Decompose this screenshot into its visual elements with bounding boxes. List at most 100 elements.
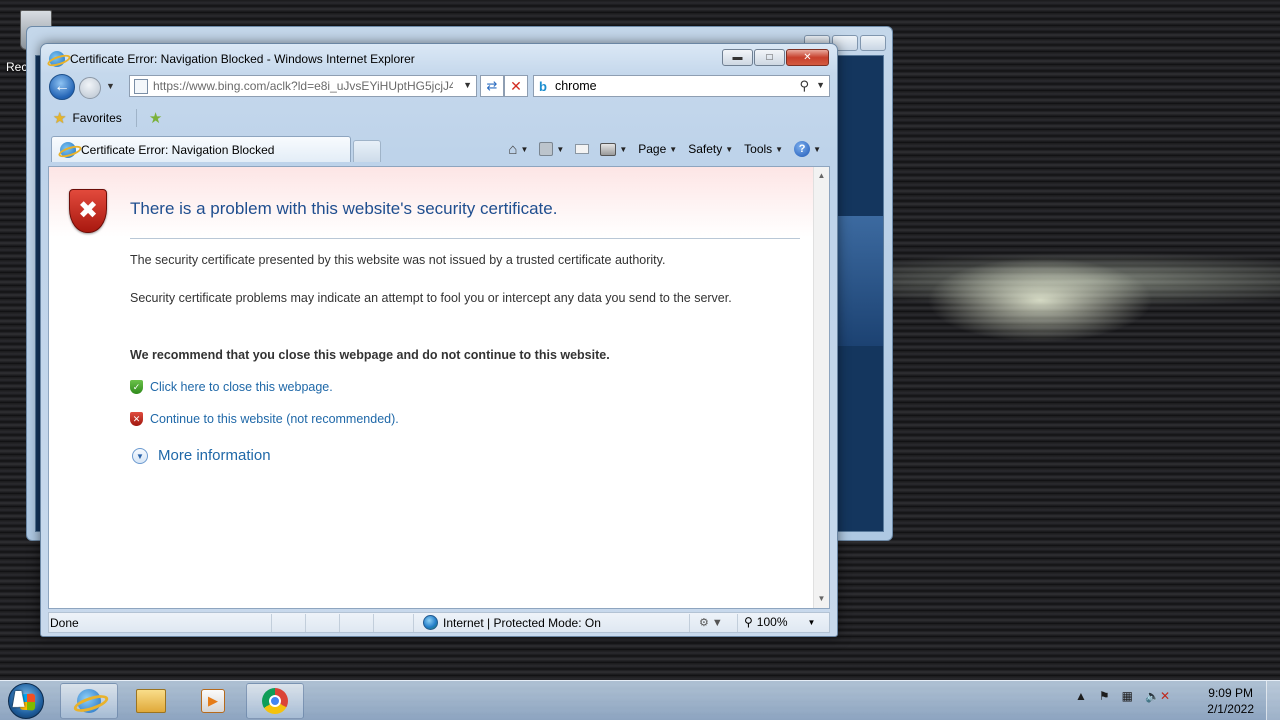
ie-icon <box>49 51 65 67</box>
recent-pages-dropdown-icon[interactable]: ▼ <box>106 81 115 91</box>
mail-icon <box>575 144 590 154</box>
zoom-magnifier-icon: ⚲ <box>744 615 753 629</box>
page-menu[interactable]: Page ▼ <box>634 139 681 159</box>
rss-icon <box>539 142 554 156</box>
continue-to-website-link[interactable]: Continue to this website (not recommende… <box>150 412 399 426</box>
chevron-down-icon: ▼ <box>725 144 734 154</box>
folder-icon <box>136 689 166 713</box>
taskbar-media-player[interactable]: ▶ <box>184 683 242 719</box>
continue-option: ✕ Continue to this website (not recommen… <box>130 412 399 426</box>
address-bar[interactable]: https://www.bing.com/aclk?ld=e8i_uJvsEYi… <box>129 75 477 97</box>
close-webpage-link[interactable]: Click here to close this webpage. <box>150 380 333 394</box>
forward-button[interactable] <box>79 77 101 99</box>
tab-title: Certificate Error: Navigation Blocked <box>81 142 275 157</box>
print-button[interactable]: ▼ <box>596 139 631 159</box>
feeds-dropdown-icon[interactable]: ▼ <box>556 145 564 154</box>
new-tab-button[interactable] <box>353 140 381 162</box>
taskbar: ▶ ▲ ⚑ ▦ 🔈✕ 9:09 PM 2/1/2022 <box>0 680 1280 720</box>
favorites-bar: ★ Favorites ★ <box>47 106 829 130</box>
title-bar[interactable]: Certificate Error: Navigation Blocked - … <box>49 50 415 68</box>
security-zone[interactable]: Internet | Protected Mode: On <box>423 615 601 630</box>
status-divider <box>339 614 340 632</box>
more-information-link[interactable]: More information <box>158 447 271 464</box>
zone-label: Internet | Protected Mode: On <box>443 615 601 630</box>
address-dropdown-icon[interactable]: ▼ <box>463 80 472 90</box>
search-box[interactable]: b chrome ⚲ ▼ <box>533 75 830 97</box>
status-divider <box>305 614 306 632</box>
green-shield-check-icon: ✓ <box>130 380 143 394</box>
tools-menu-label: Tools <box>744 142 773 156</box>
certificate-message: The security certificate presented by th… <box>130 253 666 267</box>
more-information-expander[interactable]: ▼ More information <box>132 447 271 464</box>
protected-mode-icon[interactable]: ⚙ ▼ <box>699 616 723 629</box>
read-mail-button[interactable] <box>571 139 593 159</box>
clock-date: 2/1/2022 <box>1207 702 1254 716</box>
favorites-button[interactable]: Favorites <box>72 111 121 125</box>
maximize-button[interactable]: □ <box>754 49 785 66</box>
show-hidden-icons-arrow-icon[interactable]: ▲ <box>1075 689 1087 703</box>
taskbar-internet-explorer[interactable] <box>60 683 118 719</box>
taskbar-chrome-installer[interactable] <box>246 683 304 719</box>
error-shield-icon: ✖ <box>69 189 107 233</box>
show-desktop-button[interactable] <box>1266 681 1280 720</box>
tab-row: Certificate Error: Navigation Blocked ⌂ ▼… <box>47 135 829 163</box>
scroll-down-arrow-icon[interactable]: ▼ <box>814 592 829 606</box>
taskbar-windows-explorer[interactable] <box>122 683 180 719</box>
status-divider <box>689 614 690 632</box>
action-center-flag-icon[interactable]: ⚑ <box>1099 689 1110 703</box>
help-menu[interactable]: ? ▼ <box>790 139 825 159</box>
search-options-dropdown-icon[interactable]: ▼ <box>816 80 825 90</box>
add-to-favorites-bar-icon[interactable]: ★ <box>149 109 162 127</box>
clock[interactable]: 9:09 PM 2/1/2022 <box>1207 685 1254 717</box>
page-content: ✖ There is a problem with this website's… <box>48 166 830 609</box>
tab-page-icon <box>60 141 76 158</box>
home-icon: ⌂ <box>508 140 518 158</box>
internet-explorer-icon <box>77 689 101 713</box>
status-divider <box>373 614 374 632</box>
chevron-down-icon: ▼ <box>775 144 784 154</box>
search-input[interactable]: chrome <box>555 79 597 93</box>
media-player-icon: ▶ <box>201 689 225 713</box>
stop-button[interactable]: ✕ <box>504 75 528 97</box>
window-title: Certificate Error: Navigation Blocked - … <box>70 52 415 66</box>
favorites-star-icon[interactable]: ★ <box>53 111 66 126</box>
status-divider <box>413 614 414 632</box>
print-dropdown-icon[interactable]: ▼ <box>619 145 627 154</box>
tools-menu[interactable]: Tools ▼ <box>740 139 787 159</box>
safety-menu[interactable]: Safety ▼ <box>684 139 737 159</box>
status-bar: Done Internet | Protected Mode: On ⚙ ▼ ⚲… <box>48 612 830 633</box>
zoom-level: 100% <box>756 615 788 629</box>
back-arrow-icon: ← <box>54 78 70 95</box>
red-shield-x-icon: ✕ <box>130 412 143 426</box>
search-icon[interactable]: ⚲ <box>799 78 809 94</box>
home-button[interactable]: ⌂ ▼ <box>504 139 532 159</box>
ie-window: Certificate Error: Navigation Blocked - … <box>40 43 838 637</box>
volume-muted-icon[interactable]: 🔈✕ <box>1145 689 1170 703</box>
address-input[interactable]: https://www.bing.com/aclk?ld=e8i_uJvsEYi… <box>153 79 453 93</box>
vertical-scrollbar[interactable]: ▲ ▼ <box>813 167 829 608</box>
close-button[interactable]: ✕ <box>786 49 829 66</box>
status-divider <box>737 614 738 632</box>
caption-buttons: ▬ □ ✕ <box>722 49 829 66</box>
tab-certificate-error[interactable]: Certificate Error: Navigation Blocked <box>51 136 351 162</box>
printer-icon <box>600 142 617 156</box>
network-icon[interactable]: ▦ <box>1122 689 1133 703</box>
refresh-button[interactable]: ⇄ <box>480 75 504 97</box>
close-webpage-option: ✓ Click here to close this webpage. <box>130 380 333 394</box>
chrome-icon <box>262 688 288 714</box>
zoom-dropdown-icon[interactable]: ▼ <box>808 618 816 627</box>
security-warning-message: Security certificate problems may indica… <box>130 291 732 305</box>
page-icon <box>134 78 148 94</box>
feeds-button[interactable]: ▼ <box>535 139 568 159</box>
stop-icon: ✕ <box>510 78 522 94</box>
scroll-up-arrow-icon[interactable]: ▲ <box>814 169 829 183</box>
bg-close-button[interactable] <box>860 35 886 51</box>
status-divider <box>271 614 272 632</box>
recommendation-text: We recommend that you close this webpage… <box>130 348 610 362</box>
minimize-button[interactable]: ▬ <box>722 49 753 66</box>
expand-chevron-icon: ▼ <box>132 447 148 464</box>
back-button[interactable]: ← <box>49 74 75 100</box>
bing-icon: b <box>539 78 547 94</box>
home-dropdown-icon[interactable]: ▼ <box>520 145 528 154</box>
zoom-control[interactable]: ⚲ 100% ▼ <box>744 615 815 629</box>
